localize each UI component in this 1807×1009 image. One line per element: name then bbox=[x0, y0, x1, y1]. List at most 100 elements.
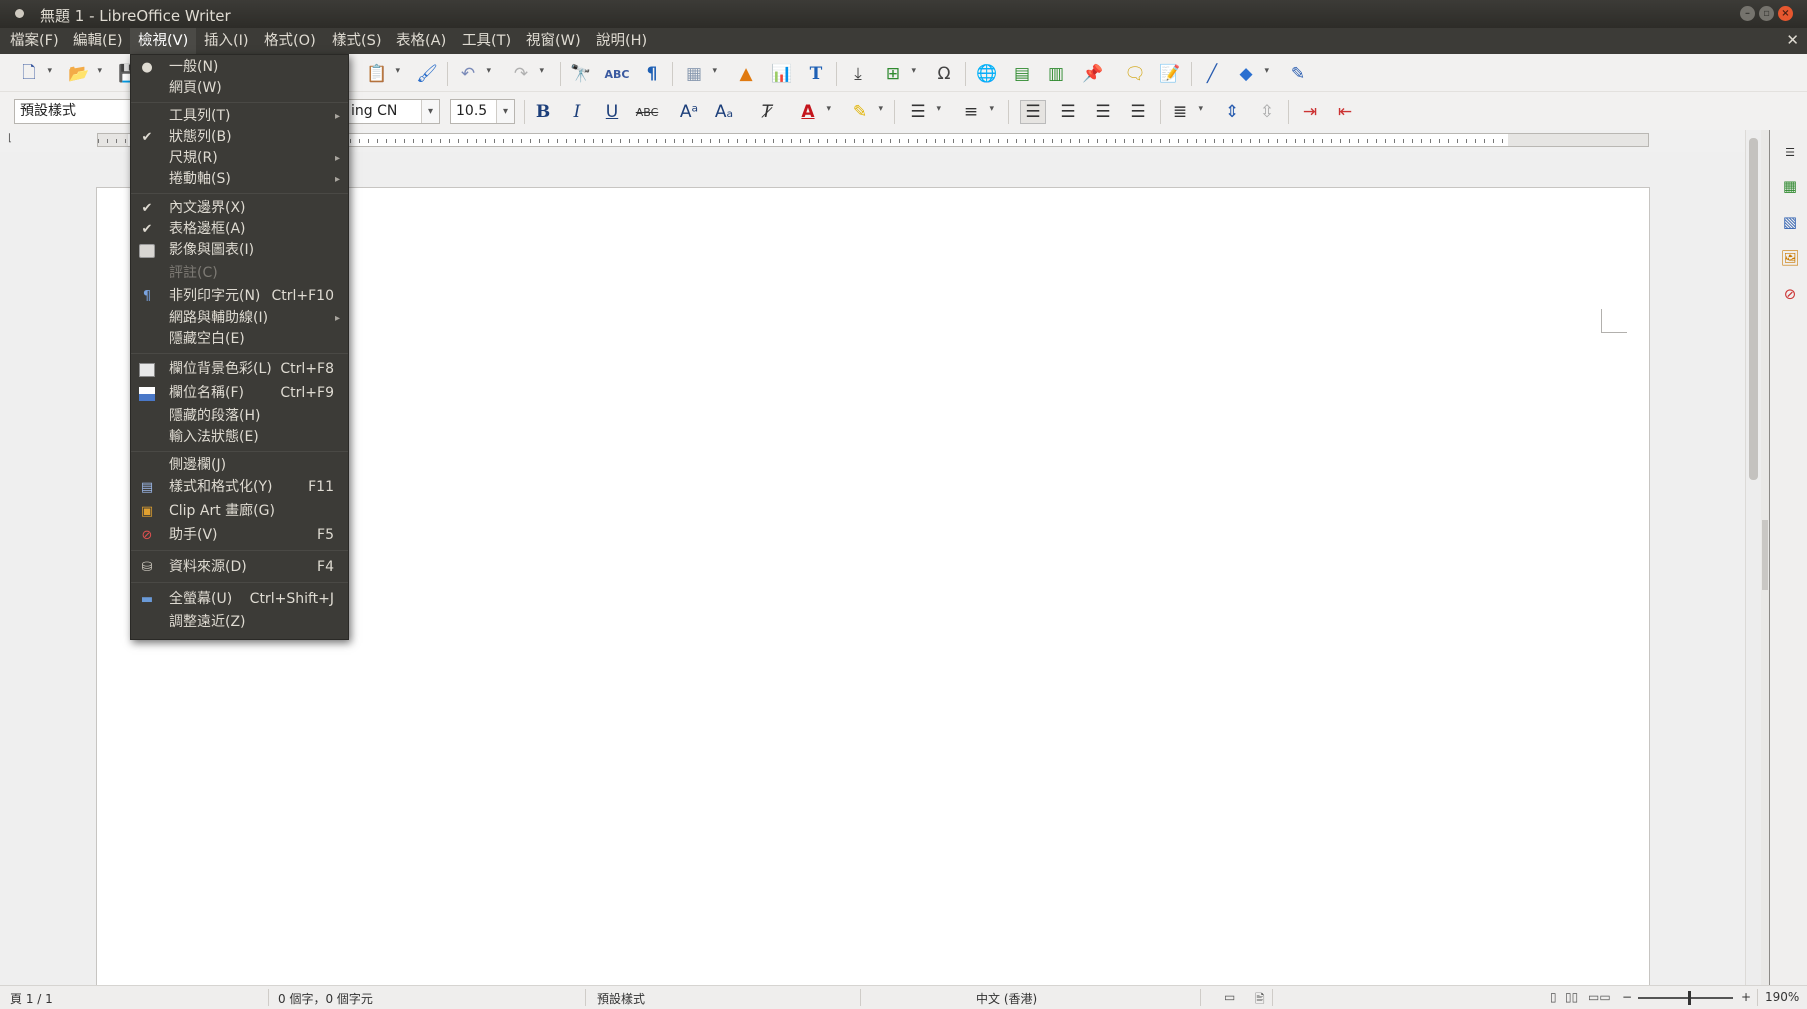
styles-deck-icon[interactable]: ▧ bbox=[1778, 210, 1802, 234]
undo-icon[interactable]: ↶ bbox=[455, 62, 491, 86]
numbered-list-icon[interactable]: ≡ bbox=[958, 100, 994, 124]
language-status[interactable]: 中文 (香港) bbox=[976, 990, 1037, 1007]
chevron-down-icon[interactable]: ▾ bbox=[421, 100, 439, 123]
scrollbar-thumb[interactable] bbox=[1749, 138, 1758, 480]
find-replace-icon[interactable]: 🔭 bbox=[568, 62, 594, 86]
menu-item-zoom[interactable]: 調整遠近(Z) bbox=[131, 612, 348, 633]
properties-icon[interactable]: ▦ bbox=[1778, 174, 1802, 198]
menu-styles[interactable]: 樣式(S) bbox=[324, 28, 390, 54]
redo-icon[interactable]: ↷ bbox=[508, 62, 544, 86]
gallery-deck-icon[interactable]: 🖼 bbox=[1778, 246, 1802, 270]
menu-tools[interactable]: 工具(T) bbox=[454, 28, 519, 54]
maximize-button[interactable]: ▫ bbox=[1759, 6, 1774, 21]
increase-indent-icon[interactable]: ⇥ bbox=[1297, 100, 1323, 124]
paragraph-style-combo[interactable]: 預設樣式 bbox=[14, 99, 132, 124]
menu-item-hide-whitespace[interactable]: 隱藏空白(E) bbox=[131, 329, 348, 350]
menu-insert[interactable]: 插入(I) bbox=[196, 28, 257, 54]
menu-item-web[interactable]: 網頁(W) bbox=[131, 78, 348, 99]
menu-help[interactable]: 說明(H) bbox=[588, 28, 655, 54]
menu-item-styles-formatting[interactable]: ▤ 樣式和格式化(Y) F11 bbox=[131, 477, 348, 498]
zoom-slider[interactable] bbox=[1638, 997, 1733, 999]
special-character-icon[interactable]: Ω bbox=[931, 62, 957, 86]
clear-formatting-icon[interactable]: T̷ bbox=[754, 100, 780, 124]
zoom-percent[interactable]: 190% bbox=[1765, 990, 1799, 1004]
strikethrough-icon[interactable]: ABC bbox=[634, 100, 660, 124]
line-spacing-icon[interactable]: ≣ bbox=[1167, 100, 1203, 124]
menu-item-data-sources[interactable]: ⛁ 資料來源(D) F4 bbox=[131, 557, 348, 578]
insert-table-icon[interactable]: ▦ bbox=[681, 62, 717, 86]
chevron-down-icon[interactable]: ▾ bbox=[496, 100, 514, 123]
draw-functions-icon[interactable]: ✎ bbox=[1285, 62, 1311, 86]
endnote-icon[interactable]: ▥ bbox=[1043, 62, 1069, 86]
menu-item-toolbars[interactable]: 工具列(T) ▸ bbox=[131, 106, 348, 127]
insert-text-box-icon[interactable]: T bbox=[803, 62, 829, 86]
insert-image-icon[interactable]: ▲ bbox=[733, 62, 759, 86]
tab-stop-selector-icon[interactable]: ⌊ bbox=[8, 133, 12, 144]
page-style-status[interactable]: 預設樣式 bbox=[597, 990, 645, 1007]
page-number-status[interactable]: 頁 1 / 1 bbox=[10, 990, 53, 1007]
justify-icon[interactable]: ☰ bbox=[1125, 100, 1151, 124]
menu-file[interactable]: 檔案(F) bbox=[2, 28, 67, 54]
menu-item-formatting-marks[interactable]: ¶ 非列印字元(N) Ctrl+F10 bbox=[131, 286, 348, 307]
menu-item-images-charts[interactable]: 影像與圖表(I) bbox=[131, 240, 348, 261]
close-document-icon[interactable]: ✕ bbox=[1786, 31, 1799, 49]
zoom-slider-knob[interactable] bbox=[1688, 991, 1691, 1005]
page-break-icon[interactable]: ⤓ bbox=[845, 62, 871, 86]
sidebar-menu-icon[interactable]: ☰ bbox=[1778, 140, 1802, 164]
word-count-status[interactable]: 0 個字，0 個字元 bbox=[278, 990, 373, 1007]
basic-shapes-icon[interactable]: ◆ bbox=[1233, 62, 1269, 86]
sidebar-splitter[interactable] bbox=[1761, 130, 1769, 985]
insert-field-icon[interactable]: ⊞ bbox=[880, 62, 916, 86]
menu-edit[interactable]: 編輯(E) bbox=[65, 28, 130, 54]
window-menu-icon[interactable] bbox=[15, 9, 24, 18]
menu-item-grid-helplines[interactable]: 網路與輔助線(I) ▸ bbox=[131, 308, 348, 329]
subscript-icon[interactable]: Aₐ bbox=[711, 100, 737, 124]
spelling-icon[interactable]: ABC bbox=[604, 62, 630, 86]
menu-item-input-method-status[interactable]: 輸入法狀態(E) bbox=[131, 427, 348, 448]
menu-table[interactable]: 表格(A) bbox=[388, 28, 454, 54]
highlight-color-icon[interactable]: ✎ bbox=[847, 100, 883, 124]
menu-item-sidebar[interactable]: 側邊欄(J) bbox=[131, 455, 348, 476]
menu-item-field-names[interactable]: 欄位名稱(F) Ctrl+F9 bbox=[131, 383, 348, 404]
menu-item-status-bar[interactable]: ✔ 狀態列(B) bbox=[131, 127, 348, 148]
superscript-icon[interactable]: Aᵃ bbox=[676, 100, 702, 124]
open-folder-icon[interactable]: 📂 bbox=[66, 62, 102, 86]
menu-item-navigator[interactable]: ⊘ 助手(V) F5 bbox=[131, 525, 348, 546]
font-size-combo[interactable]: 10.5 ▾ bbox=[450, 99, 515, 124]
document-modified-icon[interactable]: 🖹 bbox=[1255, 990, 1265, 1009]
bullet-list-icon[interactable]: ☰ bbox=[905, 100, 941, 124]
insert-chart-icon[interactable]: 📊 bbox=[769, 62, 795, 86]
menu-item-text-boundaries[interactable]: ✔ 內文邊界(X) bbox=[131, 198, 348, 219]
menu-item-full-screen[interactable]: ▬ 全螢幕(U) Ctrl+Shift+J bbox=[131, 589, 348, 610]
align-center-icon[interactable]: ☰ bbox=[1055, 100, 1081, 124]
align-left-icon[interactable]: ☰ bbox=[1020, 100, 1046, 124]
comment-icon[interactable]: 🗨 bbox=[1122, 62, 1148, 86]
menu-item-normal[interactable]: ● 一般(N) bbox=[131, 57, 348, 78]
new-document-icon[interactable]: 🗋 bbox=[16, 62, 52, 86]
footnote-icon[interactable]: ▤ bbox=[1009, 62, 1035, 86]
menu-item-field-shadings[interactable]: 欄位背景色彩(L) Ctrl+F8 bbox=[131, 359, 348, 380]
sidebar-collapse-handle[interactable] bbox=[1762, 520, 1768, 590]
decrease-paragraph-spacing-icon[interactable]: ⇳ bbox=[1254, 100, 1280, 124]
align-right-icon[interactable]: ☰ bbox=[1090, 100, 1116, 124]
menu-item-rulers[interactable]: 尺規(R) ▸ bbox=[131, 148, 348, 169]
book-view-icon[interactable]: ▭▭ bbox=[1588, 990, 1611, 1004]
menu-item-scrollbars[interactable]: 捲動軸(S) ▸ bbox=[131, 169, 348, 190]
menu-format[interactable]: 格式(O) bbox=[256, 28, 324, 54]
clone-formatting-icon[interactable]: 🖌 bbox=[414, 62, 440, 86]
menu-item-hidden-paragraphs[interactable]: 隱藏的段落(H) bbox=[131, 406, 348, 427]
line-icon[interactable]: ╱ bbox=[1199, 62, 1225, 86]
multi-page-view-icon[interactable]: ▯▯ bbox=[1565, 990, 1578, 1004]
track-changes-icon[interactable]: 📝 bbox=[1157, 62, 1183, 86]
font-name-combo[interactable]: ing CN ▾ bbox=[345, 99, 440, 124]
hyperlink-icon[interactable]: 🌐 bbox=[974, 62, 1000, 86]
bold-icon[interactable]: B bbox=[530, 100, 556, 124]
menu-item-table-boundaries[interactable]: ✔ 表格邊框(A) bbox=[131, 219, 348, 240]
minimize-button[interactable]: – bbox=[1740, 6, 1755, 21]
zoom-out-button[interactable]: − bbox=[1622, 990, 1632, 1004]
italic-icon[interactable]: I bbox=[564, 100, 590, 124]
font-color-icon[interactable]: A bbox=[795, 100, 831, 124]
menu-window[interactable]: 視窗(W) bbox=[518, 28, 589, 54]
paste-icon[interactable]: 📋 bbox=[364, 62, 400, 86]
single-page-view-icon[interactable]: ▯ bbox=[1550, 990, 1557, 1004]
